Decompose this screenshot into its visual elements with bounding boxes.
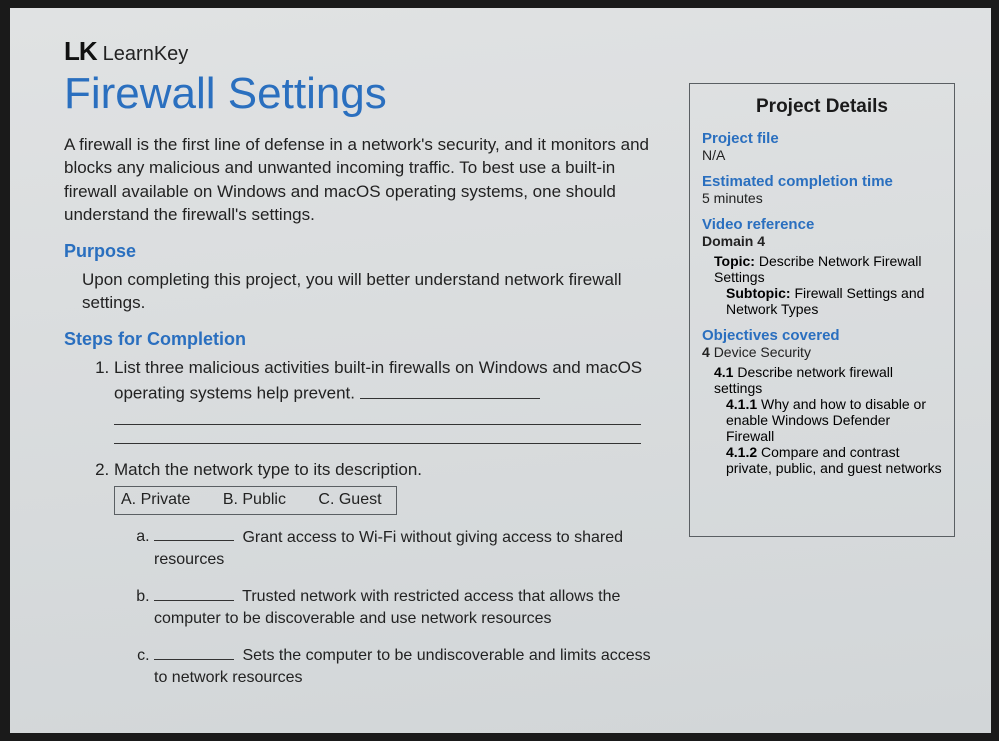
objective-l3b-num: 4.1.2 [726,444,757,460]
step-2: Match the network type to its descriptio… [114,458,663,691]
option-a: A. Private [121,491,190,508]
options-box: A. Private B. Public C. Guest [114,486,397,515]
fill-blank-line[interactable] [360,380,540,399]
objective-l1-num: 4 [702,344,710,360]
objective-l3a-num: 4.1.1 [726,396,757,412]
objective-l1: 4 Device Security [702,344,942,360]
objective-l3a: 4.1.1 Why and how to disable or enable W… [726,396,942,444]
est-time-label: Estimated completion time [702,173,942,190]
subtopic-label: Subtopic: [726,285,791,301]
purpose-body: Upon completing this project, you will b… [82,268,663,315]
brand-mark: LK [64,36,97,67]
purpose-heading: Purpose [64,241,663,262]
objective-l3b-text: Compare and contrast private, public, an… [726,444,942,476]
sidebar-panel: Project Details Project file N/A Estimat… [689,83,955,537]
intro-paragraph: A firewall is the first line of defense … [64,133,663,227]
topic-label: Topic: [714,253,755,269]
step-1: List three malicious activities built-in… [114,356,663,444]
fill-blank-short[interactable] [154,643,234,660]
steps-heading: Steps for Completion [64,329,663,350]
est-time-value: 5 minutes [702,190,942,206]
fill-blank-short[interactable] [154,584,234,601]
subitem-a: Grant access to Wi-Fi without giving acc… [154,525,663,572]
project-file-value: N/A [702,147,942,163]
fill-blank-line[interactable] [114,424,641,425]
objectives-label: Objectives covered [702,327,942,344]
steps-list: List three malicious activities built-in… [64,356,663,690]
objective-l1-text: Device Security [714,344,811,360]
fill-blank-short[interactable] [154,525,234,542]
objective-l2: 4.1 Describe network firewall settings [714,364,942,396]
fill-blank-line[interactable] [114,443,641,444]
subitem-c: Sets the computer to be undiscoverable a… [154,643,663,690]
objective-l2-num: 4.1 [714,364,733,380]
step-2-text: Match the network type to its descriptio… [114,460,422,479]
project-file-label: Project file [702,130,942,147]
option-b: B. Public [223,491,286,508]
video-ref-subtopic: Subtopic: Firewall Settings and Network … [726,285,942,317]
sidebar-title: Project Details [702,96,942,118]
brand-block: LK LearnKey [64,36,955,67]
video-ref-label: Video reference [702,216,942,233]
objective-l3b: 4.1.2 Compare and contrast private, publ… [726,444,942,476]
main-column: A firewall is the first line of defense … [64,133,663,704]
document-page: LK LearnKey Firewall Settings A firewall… [10,8,991,733]
video-ref-topic: Topic: Describe Network Firewall Setting… [714,253,942,285]
subitems-list: Grant access to Wi-Fi without giving acc… [130,525,663,691]
subitem-b: Trusted network with restricted access t… [154,584,663,631]
brand-name: LearnKey [103,43,189,66]
option-c: C. Guest [318,491,381,508]
video-ref-domain: Domain 4 [702,233,942,249]
objective-l2-text: Describe network firewall settings [714,364,893,396]
